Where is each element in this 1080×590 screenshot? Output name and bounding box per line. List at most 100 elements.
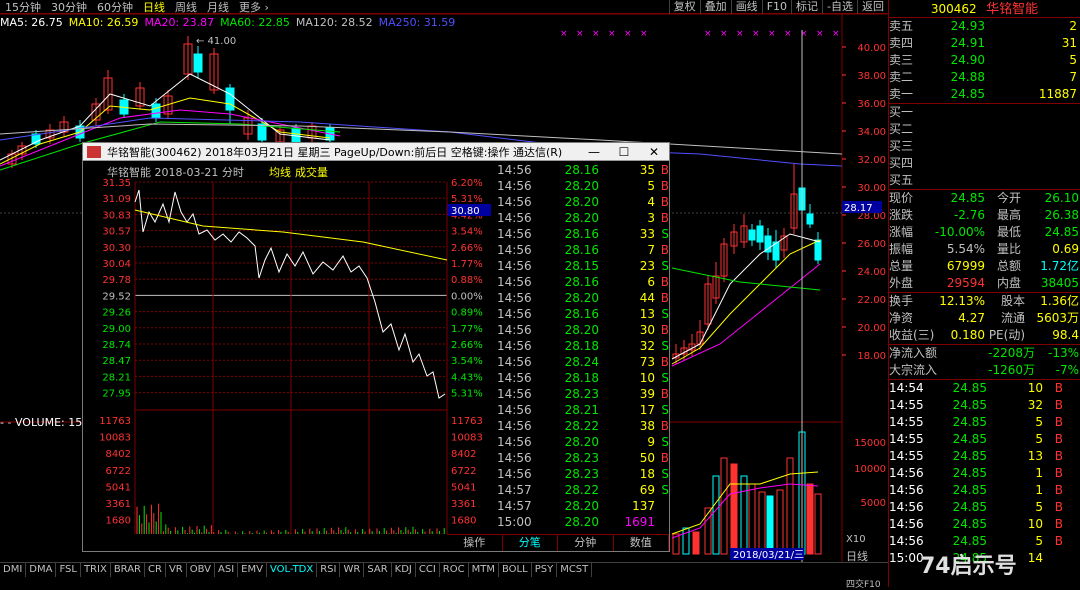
indicator-tab[interactable]: ROC (440, 563, 469, 577)
tick-price: 28.16 (564, 243, 599, 257)
indicator-tab[interactable]: PSY (532, 563, 558, 577)
tool-button[interactable]: 复权 (668, 0, 700, 14)
popup-tab[interactable]: 分笔 (503, 535, 558, 551)
period-tab[interactable]: 30分钟 (46, 0, 92, 15)
popup-tab[interactable]: 分钟 (558, 535, 614, 551)
period-tab[interactable]: 更多 › (234, 0, 274, 15)
tool-button[interactable]: 画线 (730, 0, 762, 14)
tick-row[interactable]: 14:56 28.15 23 S (493, 258, 669, 274)
indicator-tab[interactable]: KDJ (392, 563, 416, 577)
stat-label: 净资 (889, 311, 914, 325)
tick-row[interactable]: 14:56 28.18 32 S (493, 338, 669, 354)
tool-button[interactable]: 叠加 (699, 0, 731, 14)
popup-tab[interactable]: 操作 (447, 535, 503, 551)
tick-row[interactable]: 14:56 28.16 33 S (493, 226, 669, 242)
fund-flow: 净流入额 -2208万 -13% 大宗流入 -1260万 -7% (889, 345, 1080, 380)
stat-value: 24.85 (1044, 225, 1079, 239)
trade-flag: B (1054, 483, 1063, 497)
period-tab[interactable]: 月线 (202, 0, 234, 15)
popup-titlebar[interactable]: 华铭智能(300462) 2018年03月21日 星期三 PageUp/Down… (83, 143, 669, 161)
intraday-chart[interactable]: 华铭智能 2018-03-21 分时 均线 成交量 31.35 6.20% 31.09 5.… (83, 162, 491, 534)
chart-tools: 复权 叠加 画线 F10 标记 -自选 返回 (668, 0, 888, 14)
tool-button[interactable]: F10 (761, 0, 791, 14)
indicator-tab[interactable]: VOL-TDX (267, 563, 318, 577)
tick-row[interactable]: 14:57 28.20 137 (493, 498, 669, 514)
price-axis-label: 31.09 (102, 194, 131, 205)
tool-button[interactable]: 返回 (857, 0, 888, 14)
tick-row[interactable]: 14:56 28.20 5 B (493, 178, 669, 194)
tool-button[interactable]: -自选 (822, 0, 857, 14)
right-bottom-tab[interactable]: 日线 (846, 550, 868, 563)
indicator-tab[interactable]: VR (166, 563, 187, 577)
indicator-tab[interactable]: CR (145, 563, 166, 577)
indicator-tab[interactable]: TRIX (81, 563, 111, 577)
tick-row[interactable]: 14:56 28.21 17 S (493, 402, 669, 418)
stat-value: 24.85 (950, 191, 985, 205)
stat-label: 量比 (996, 242, 1021, 256)
tick-row[interactable]: 14:56 28.23 50 B (493, 450, 669, 466)
tick-row[interactable]: 14:56 28.18 10 S (493, 370, 669, 386)
maximize-button[interactable]: ☐ (609, 145, 639, 159)
tick-row[interactable]: 14:56 28.16 7 B (493, 242, 669, 258)
close-button[interactable]: ✕ (639, 145, 669, 159)
indicator-tab[interactable]: CCI (416, 563, 440, 577)
tick-row[interactable]: 14:56 28.16 6 B (493, 274, 669, 290)
trade-time: 14:55 (889, 398, 924, 412)
price-axis-label: 30.83 (102, 210, 131, 221)
stat-label: 外盘 (889, 276, 914, 290)
tick-row[interactable]: 14:56 28.20 4 B (493, 194, 669, 210)
tick-row[interactable]: 14:56 28.23 39 B (493, 386, 669, 402)
minimize-button[interactable]: — (579, 145, 609, 159)
stat-row: 现价 24.85 今开 26.10 (889, 190, 1080, 207)
ask-book: 卖五 24.93 2 卖四 24.91 31 卖三 24.90 5 卖二 24.88 7 卖一 24.85… (889, 18, 1080, 104)
price-axis-label: 22.00 (857, 295, 886, 306)
indicator-tab[interactable]: MTM (469, 563, 499, 577)
tick-row[interactable]: 14:56 28.23 18 S (493, 466, 669, 482)
indicator-tab[interactable]: BRAR (111, 563, 146, 577)
indicator-tab[interactable]: EMV (238, 563, 267, 577)
indicator-tab[interactable]: WR (340, 563, 365, 577)
tick-row[interactable]: 14:57 28.22 69 S (493, 482, 669, 498)
tick-row[interactable]: 14:56 28.22 38 B (493, 418, 669, 434)
tick-list[interactable]: 14:56 28.16 35 B 14:56 28.20 5 B 14:56 28.20 4 B 14:… (493, 162, 669, 534)
tick-time: 14:56 (497, 403, 532, 417)
tick-price: 28.16 (564, 275, 599, 289)
indicator-tab[interactable]: ASI (215, 563, 239, 577)
tool-button[interactable]: 标记 (791, 0, 822, 14)
flow-value: -1260万 (988, 363, 1035, 377)
tick-row[interactable]: 14:56 28.16 13 S (493, 306, 669, 322)
trade-row: 14:55 24.85 5 B (889, 414, 1080, 431)
period-tab[interactable]: 15分钟 (0, 0, 46, 15)
popup-tab[interactable]: 数值 (614, 535, 669, 551)
indicator-tab[interactable]: FSL (56, 563, 81, 577)
indicator-tab[interactable]: DMI (0, 563, 27, 577)
tick-row[interactable]: 14:56 28.16 35 B (493, 162, 669, 178)
ask-label: 卖五 (889, 19, 914, 33)
tick-row[interactable]: 14:56 28.24 73 B (493, 354, 669, 370)
tick-time: 14:56 (497, 451, 532, 465)
tick-row[interactable]: 14:56 28.20 9 S (493, 434, 669, 450)
period-tab[interactable]: 周线 (170, 0, 202, 15)
stat-row: 振幅 5.54% 量比 0.69 (889, 241, 1080, 258)
tick-row[interactable]: 14:56 28.20 30 B (493, 322, 669, 338)
avg-legend: 均线 (269, 165, 291, 179)
tick-row[interactable]: 14:56 28.20 44 B (493, 290, 669, 306)
pct-axis-label: 4.43% (451, 372, 483, 383)
event-marker: × (608, 29, 616, 39)
indicator-tab[interactable]: RSI (317, 563, 341, 577)
indicator-tab[interactable]: BOLL (499, 563, 532, 577)
period-tab[interactable]: 日线 (138, 0, 170, 15)
period-tab[interactable]: 60分钟 (92, 0, 138, 15)
indicator-tab[interactable]: SAR (364, 563, 392, 577)
intraday-popup-window[interactable]: 华铭智能(300462) 2018年03月21日 星期三 PageUp/Down… (82, 142, 670, 552)
indicator-tab[interactable]: MCST (557, 563, 593, 577)
chart-header: 华铭智能 2018-03-21 分时 (107, 165, 244, 179)
vol-axis-label: 11763 (99, 416, 131, 427)
trade-flag: B (1054, 534, 1063, 548)
indicator-tab[interactable]: OBV (187, 563, 216, 577)
indicator-tab[interactable]: DMA (26, 563, 57, 577)
tick-row[interactable]: 15:00 28.20 1691 (493, 514, 669, 530)
volume-ma-line (671, 483, 819, 539)
candle-body (151, 103, 161, 119)
tick-row[interactable]: 14:56 28.20 3 B (493, 210, 669, 226)
